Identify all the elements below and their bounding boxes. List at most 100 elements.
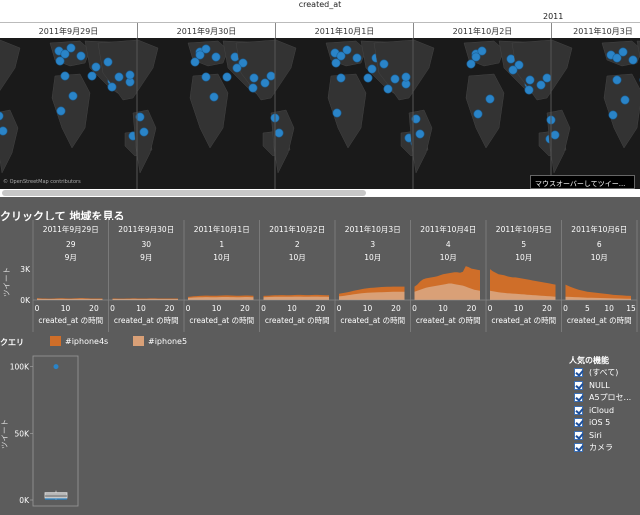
tweet-location-dot[interactable] [620, 95, 630, 105]
tweet-location-dot[interactable] [190, 57, 200, 67]
filter-option[interactable]: カメラ [574, 442, 613, 453]
tweet-location-dot[interactable] [477, 46, 487, 56]
pane-day-label: 2 [295, 240, 300, 249]
horizontal-scrollbar[interactable] [0, 189, 640, 197]
area-chart[interactable]: 2011年9月29日299月0 10 20created_at の時間2011年9月… [0, 220, 640, 332]
tweet-location-dot[interactable] [201, 44, 211, 54]
tweet-location-dot[interactable] [367, 64, 377, 74]
tweet-location-dot[interactable] [107, 82, 117, 92]
legend-swatch-iphone4s[interactable] [50, 336, 61, 346]
filter-option[interactable]: iOS 5 [574, 417, 610, 428]
checkbox[interactable] [574, 430, 583, 440]
legend-label-iphone5[interactable]: #iphone5 [148, 337, 187, 346]
pane-date-label: 2011年10月6日 [571, 224, 627, 234]
tweet-location-dot[interactable] [466, 59, 476, 69]
tweet-location-dot[interactable] [68, 91, 78, 101]
tweet-location-dot[interactable] [608, 110, 618, 120]
tweet-location-dot[interactable] [390, 74, 400, 84]
area-series-iphone5[interactable] [263, 296, 330, 300]
tweet-location-dot[interactable] [209, 92, 219, 102]
checkbox[interactable] [574, 393, 583, 402]
tweet-location-dot[interactable] [125, 70, 135, 80]
tweet-location-dot[interactable] [211, 52, 221, 62]
world-maps[interactable] [0, 38, 640, 189]
tweet-location-dot[interactable] [266, 71, 276, 81]
box-iqr[interactable] [44, 492, 68, 499]
filter-option-label: Siri [589, 430, 602, 440]
checkbox[interactable] [574, 380, 583, 390]
checkbox[interactable] [574, 443, 583, 452]
pane-month-label: 10月 [591, 253, 608, 262]
checkbox[interactable] [574, 418, 583, 427]
filter-option[interactable]: iCloud [574, 405, 614, 416]
tweet-location-dot[interactable] [91, 62, 101, 72]
tweet-location-dot[interactable] [66, 43, 76, 53]
map-day-label: 2011年9月29日 [38, 27, 99, 36]
tweet-location-dot[interactable] [383, 84, 393, 94]
tweet-location-dot[interactable] [55, 56, 65, 66]
tweet-location-dot[interactable] [331, 58, 341, 68]
filter-option[interactable]: NULL [574, 380, 610, 391]
scrollbar-thumb[interactable] [2, 190, 366, 196]
tweet-location-dot[interactable] [485, 94, 495, 104]
x-tick-label: 20 [316, 304, 326, 313]
tweet-location-dot[interactable] [114, 72, 124, 82]
tweet-location-dot[interactable] [508, 65, 518, 75]
tweet-location-dot[interactable] [618, 47, 628, 57]
tweet-location-dot[interactable] [260, 78, 270, 88]
tweet-location-dot[interactable] [249, 73, 259, 83]
filter-option-label: iCloud [589, 405, 615, 415]
world-map[interactable] [508, 39, 640, 174]
tweet-location-dot[interactable] [60, 71, 70, 81]
tweet-location-dot[interactable] [352, 53, 362, 63]
x-tick-label: 0 [110, 304, 115, 313]
outlier-point[interactable] [53, 364, 59, 370]
tweet-location-dot[interactable] [401, 72, 411, 82]
tooltip: マウスオーバーしてツイー... [530, 175, 635, 189]
map-day-label: 2011年9月30日 [176, 27, 237, 36]
tweet-location-dot[interactable] [103, 57, 113, 67]
tweet-location-dot[interactable] [232, 63, 242, 73]
checkbox[interactable] [574, 368, 583, 377]
tweet-location-dot[interactable] [87, 71, 97, 81]
area-series-iphone5[interactable] [188, 297, 254, 300]
pane-day-label: 5 [521, 240, 526, 249]
tweet-location-dot[interactable] [342, 45, 352, 55]
tweet-location-dot[interactable] [248, 83, 258, 93]
checkbox[interactable] [574, 405, 583, 415]
tweet-location-dot[interactable] [222, 72, 232, 82]
pane-date-label: 2011年9月30日 [118, 224, 174, 234]
tweet-location-dot[interactable] [336, 73, 346, 83]
tweet-location-dot[interactable] [76, 51, 86, 61]
tweet-location-dot[interactable] [56, 106, 66, 116]
filter-option[interactable]: A5プロセ... [574, 392, 631, 403]
tweet-location-dot[interactable] [363, 73, 373, 83]
pane-day-label: 3 [370, 240, 375, 249]
legend-swatch-iphone5[interactable] [133, 336, 144, 346]
box-plot[interactable]: 100K 50K 0K ツイート [0, 352, 120, 515]
tweet-location-dot[interactable] [536, 80, 546, 90]
filter-option[interactable]: (すべて) [574, 367, 618, 378]
tweet-location-dot[interactable] [628, 55, 638, 65]
filter-option[interactable]: Siri [574, 430, 602, 441]
pane-date-label: 2011年10月5日 [496, 224, 552, 234]
map-panel[interactable]: © OpenStreetMap contributors [0, 38, 640, 189]
tweet-location-dot[interactable] [201, 72, 211, 82]
tweet-location-dot[interactable] [473, 109, 483, 119]
y-axis-label: ツイート [0, 419, 9, 449]
tweet-location-dot[interactable] [274, 128, 284, 138]
x-tick-label: 20 [542, 304, 552, 313]
legend-label-iphone4s[interactable]: #iphone4s [65, 337, 108, 346]
tweet-location-dot[interactable] [139, 127, 149, 137]
pane-date-label: 2011年10月4日 [420, 224, 476, 234]
tweet-location-dot[interactable] [542, 73, 552, 83]
tweet-location-dot[interactable] [550, 130, 560, 140]
tweet-location-dot[interactable] [524, 85, 534, 95]
tweet-location-dot[interactable] [415, 129, 425, 139]
divider [0, 22, 640, 23]
tweet-location-dot[interactable] [379, 59, 389, 69]
tweet-location-dot[interactable] [332, 108, 342, 118]
tweet-location-dot[interactable] [612, 75, 622, 85]
tweet-location-dot[interactable] [0, 126, 8, 136]
tweet-location-dot[interactable] [525, 75, 535, 85]
